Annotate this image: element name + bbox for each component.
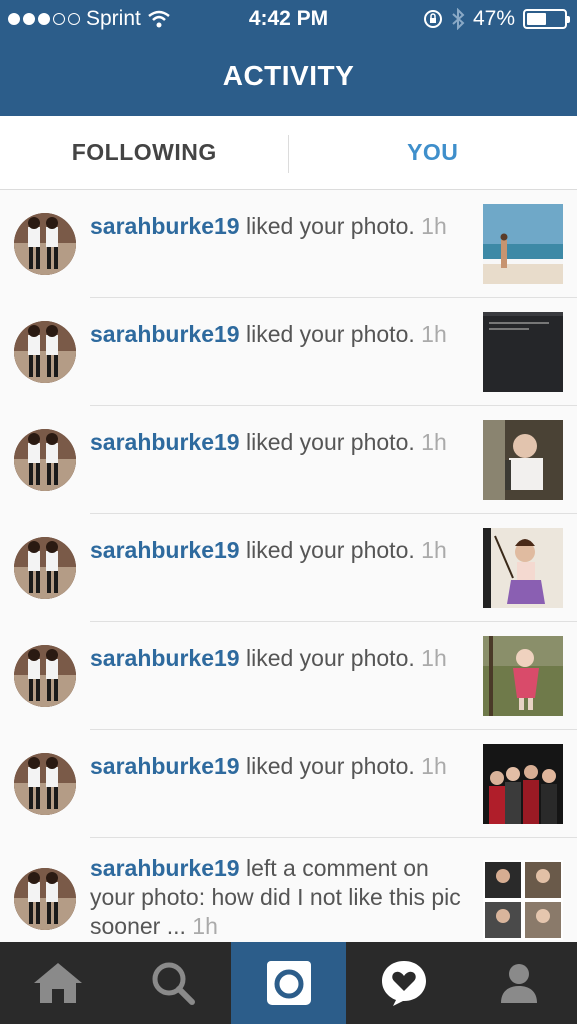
battery-icon [523,9,570,29]
activity-row[interactable]: sarahburke19 liked your photo. 1h [0,730,577,838]
activity-text: sarahburke19 liked your photo. 1h [90,428,460,457]
activity-row[interactable]: sarahburke19 liked your photo. 1h [0,514,577,622]
rotation-lock-icon [423,10,442,28]
activity-text: sarahburke19 liked your photo. 1h [90,212,460,241]
home-icon [33,963,82,1003]
username-link[interactable]: sarahburke19 [90,429,240,455]
activity-time: 1h [192,913,218,939]
photo-thumbnail[interactable] [483,636,563,716]
username-link[interactable]: sarahburke19 [90,753,240,779]
avatar[interactable] [14,537,76,599]
activity-feed[interactable]: sarahburke19 liked your photo. 1h sarahb… [0,190,577,942]
nav-search[interactable] [115,942,230,1024]
search-icon [152,962,196,1005]
nav-camera[interactable] [230,942,347,1024]
activity-action: liked your photo. [239,537,422,563]
avatar[interactable] [14,429,76,491]
tab-you[interactable]: YOU [289,116,577,189]
photo-thumbnail[interactable] [483,744,563,824]
activity-time: 1h [421,753,447,779]
avatar[interactable] [14,868,76,930]
activity-action: liked your photo. [239,321,422,347]
activity-time: 1h [421,213,447,239]
photo-thumbnail[interactable] [483,528,563,608]
status-right: 47% [423,7,570,31]
activity-text: sarahburke19 liked your photo. 1h [90,752,460,781]
photo-thumbnail[interactable] [483,204,563,284]
profile-icon [501,964,538,1003]
tab-divider [288,135,289,173]
activity-time: 1h [421,429,447,455]
nav-profile[interactable] [462,942,577,1024]
activity-time: 1h [421,321,447,347]
username-link[interactable]: sarahburke19 [90,645,240,671]
activity-text: sarahburke19 left a comment on your phot… [90,854,470,941]
activity-time: 1h [421,537,447,563]
activity-action: liked your photo. [239,213,422,239]
avatar[interactable] [14,213,76,275]
nav-activity[interactable] [346,942,461,1024]
nav-home[interactable] [0,942,115,1024]
activity-action: liked your photo. [239,645,422,671]
activity-text: sarahburke19 liked your photo. 1h [90,644,460,673]
activity-action: liked your photo. [239,753,422,779]
tab-following[interactable]: FOLLOWING [0,116,289,189]
photo-thumbnail[interactable] [483,420,563,500]
header-bar: Sprint 4:42 PM 47% ACTIVITY [0,0,577,116]
photo-thumbnail[interactable] [483,860,563,940]
activity-action: liked your photo. [239,429,422,455]
photo-thumbnail[interactable] [483,312,563,392]
camera-icon [266,961,311,1005]
activity-text: sarahburke19 liked your photo. 1h [90,536,460,565]
activity-row[interactable]: sarahburke19 liked your photo. 1h [0,622,577,730]
activity-row[interactable]: sarahburke19 liked your photo. 1h [0,190,577,298]
avatar[interactable] [14,753,76,815]
username-link[interactable]: sarahburke19 [90,855,240,881]
activity-row[interactable]: sarahburke19 left a comment on your phot… [0,838,577,942]
activity-time: 1h [421,645,447,671]
username-link[interactable]: sarahburke19 [90,537,240,563]
avatar[interactable] [14,645,76,707]
activity-text: sarahburke19 liked your photo. 1h [90,320,460,349]
activity-row[interactable]: sarahburke19 liked your photo. 1h [0,298,577,406]
avatar[interactable] [14,321,76,383]
username-link[interactable]: sarahburke19 [90,321,240,347]
username-link[interactable]: sarahburke19 [90,213,240,239]
status-bar: Sprint 4:42 PM 47% [0,0,577,40]
activity-row[interactable]: sarahburke19 liked your photo. 1h [0,406,577,514]
page-title: ACTIVITY [222,60,355,91]
bluetooth-icon [452,8,465,30]
activity-heart-icon [381,961,426,1006]
bottom-nav [0,942,577,1024]
battery-percent: 47% [472,7,515,30]
